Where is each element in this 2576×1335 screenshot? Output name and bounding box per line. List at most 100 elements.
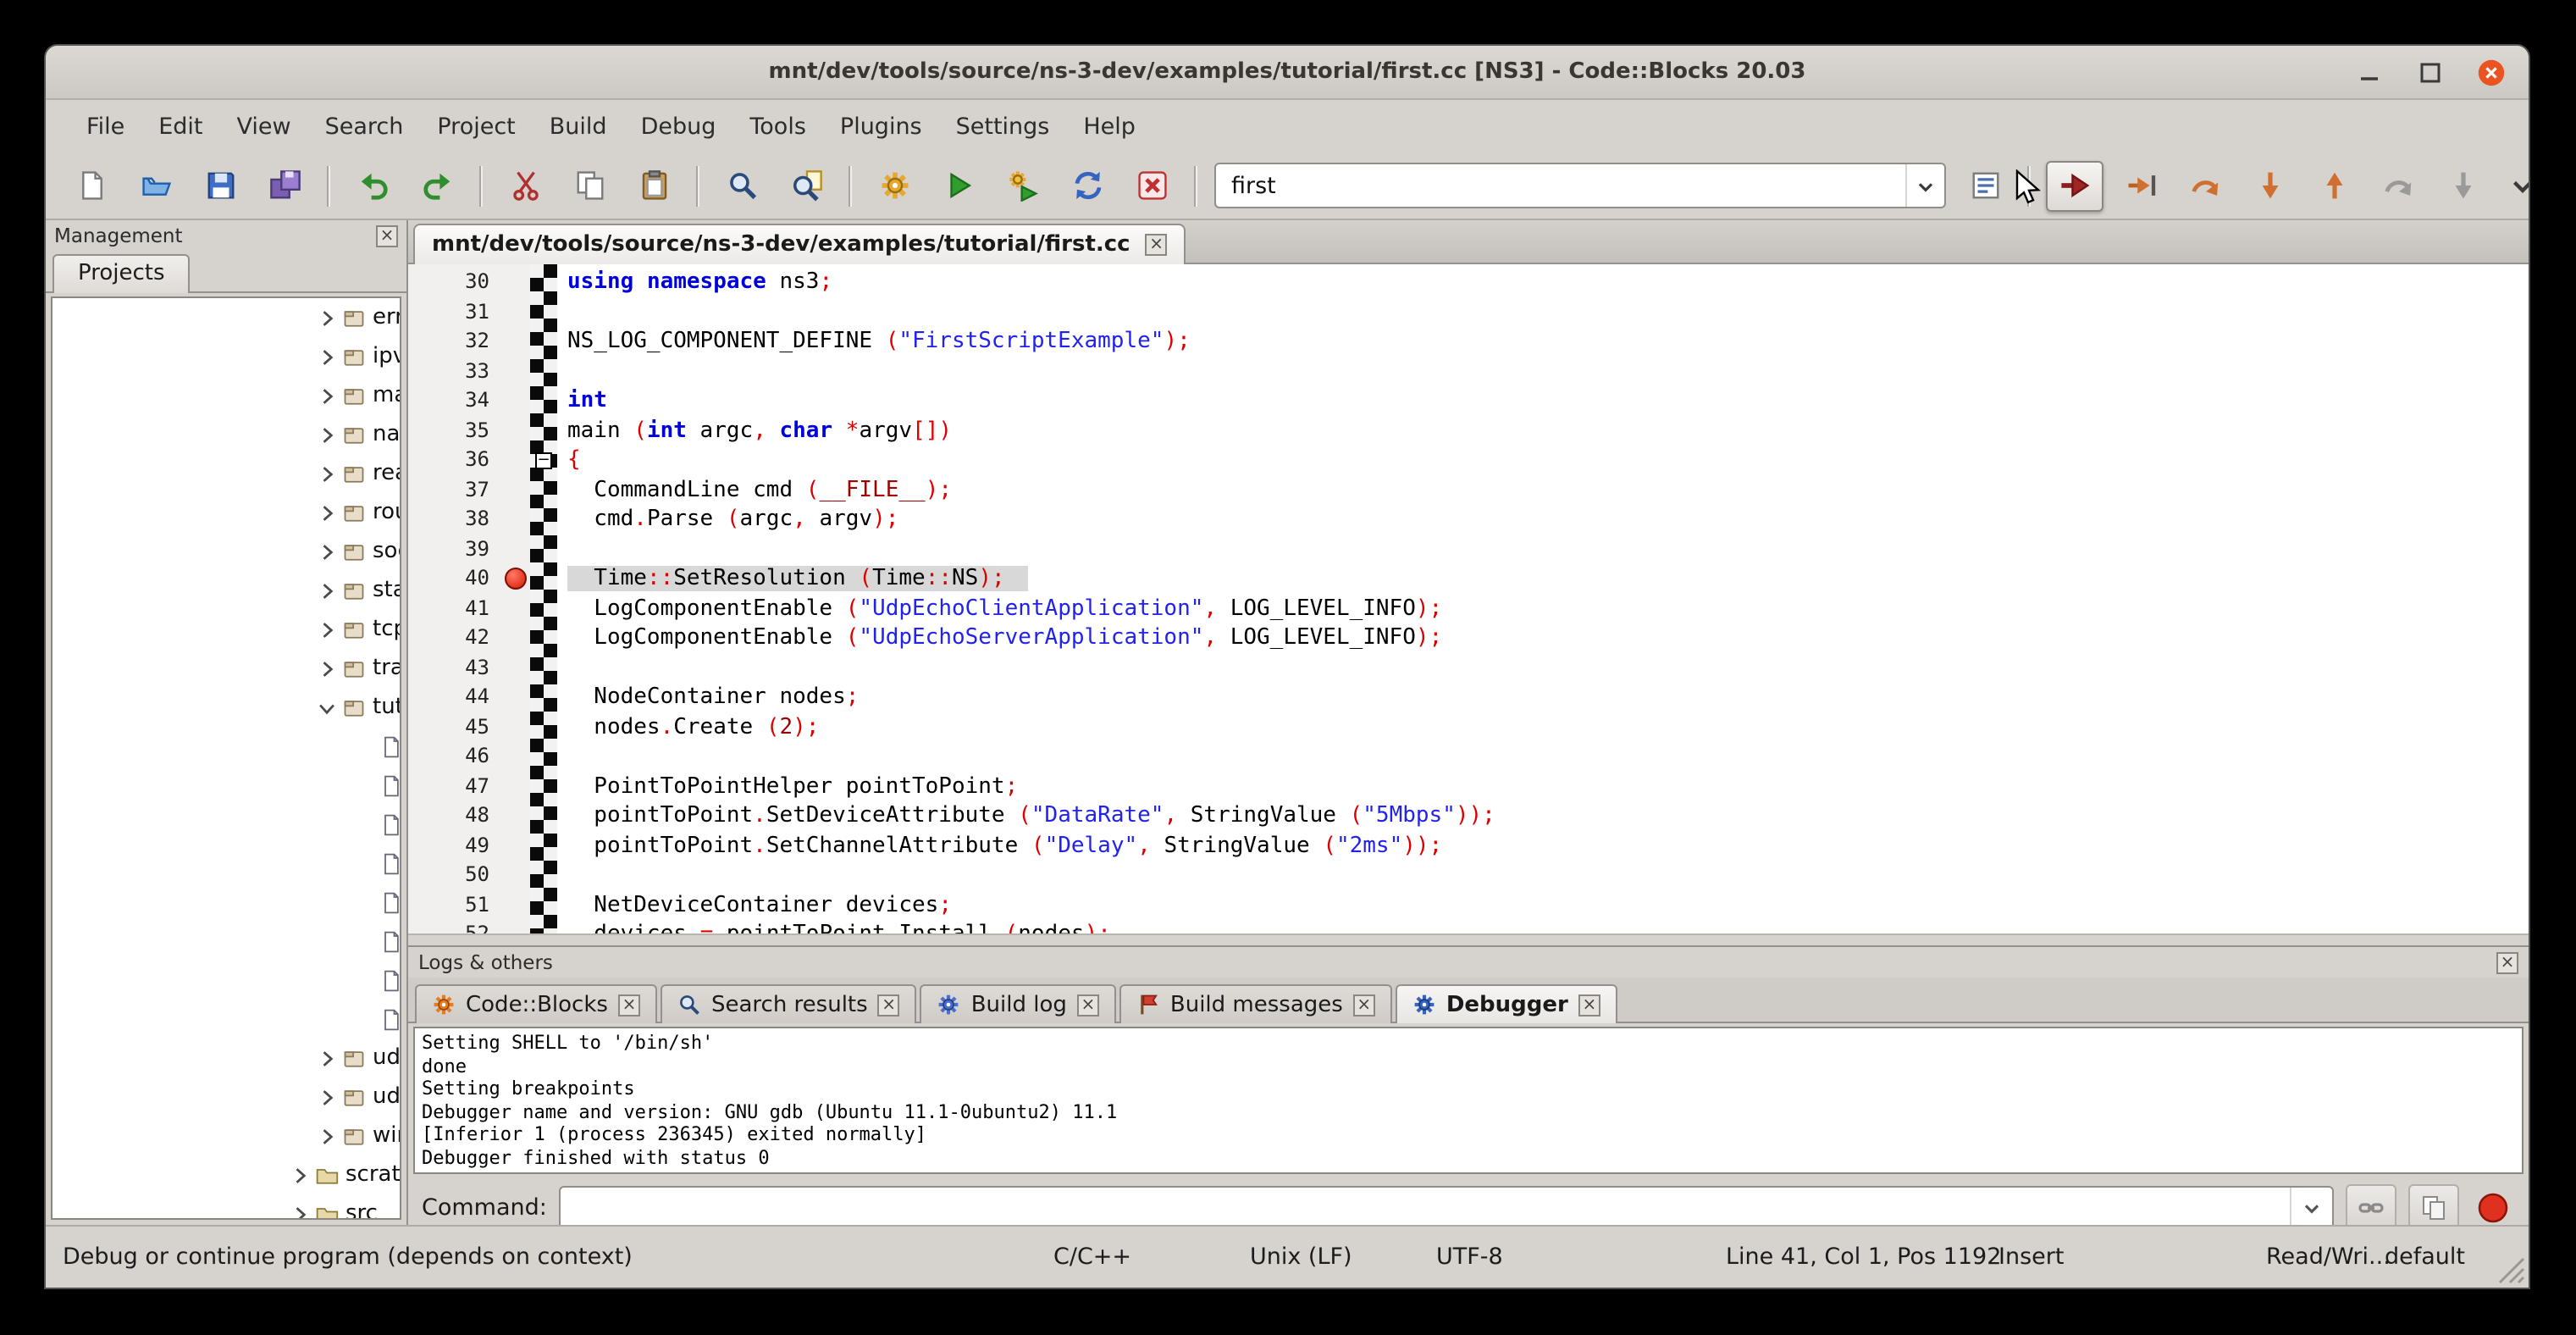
title-bar[interactable]: mnt/dev/tools/source/ns-3-dev/examples/t… bbox=[46, 46, 2529, 100]
logs-close-icon[interactable]: × bbox=[2496, 951, 2518, 973]
log-tab-debugger[interactable]: Debugger× bbox=[1396, 984, 1617, 1023]
menu-plugins[interactable]: Plugins bbox=[823, 106, 939, 147]
step-into-instruction-button[interactable] bbox=[2435, 162, 2490, 209]
log-tab-build-log[interactable]: Build log× bbox=[920, 984, 1116, 1023]
breakpoint-margin[interactable] bbox=[503, 505, 530, 535]
breakpoint-margin[interactable] bbox=[503, 475, 530, 505]
tree-item-tuto[interactable]: tuto bbox=[53, 688, 400, 727]
tree-item-nam[interactable]: nam bbox=[53, 415, 400, 454]
maximize-button[interactable] bbox=[2413, 55, 2447, 89]
tree-item-fo[interactable]: fo bbox=[53, 805, 400, 844]
log-tab-close-icon[interactable]: × bbox=[878, 994, 900, 1016]
breakpoint-margin[interactable] bbox=[503, 712, 530, 742]
step-out-button[interactable] bbox=[2307, 162, 2361, 209]
tree-item-trafl[interactable]: trafl bbox=[53, 649, 400, 688]
code-line-36[interactable]: 36−{ bbox=[408, 446, 2529, 475]
incremental-search-combo[interactable]: first bbox=[1214, 163, 1946, 208]
find-button[interactable] bbox=[715, 162, 769, 209]
menu-help[interactable]: Help bbox=[1066, 106, 1153, 147]
breakpoint-margin[interactable] bbox=[503, 357, 530, 386]
code-line-32[interactable]: 32NS_LOG_COMPONENT_DEFINE ("FirstScriptE… bbox=[408, 327, 2529, 357]
code-line-52[interactable]: 52 devices = pointToPoint.Install (nodes… bbox=[408, 920, 2529, 933]
new-file-button[interactable] bbox=[64, 162, 119, 209]
tree-item-reall[interactable]: reall bbox=[53, 454, 400, 493]
menu-tools[interactable]: Tools bbox=[732, 106, 823, 147]
code-line-33[interactable]: 33 bbox=[408, 357, 2529, 386]
code-line-40[interactable]: 40 Time::SetResolution (Time::NS); bbox=[408, 564, 2529, 594]
find-in-files-button[interactable] bbox=[779, 162, 833, 209]
code-line-35[interactable]: 35main (int argc, char *argv[]) bbox=[408, 416, 2529, 446]
log-tab-close-icon[interactable]: × bbox=[1353, 994, 1375, 1016]
code-line-45[interactable]: 45 nodes.Create (2); bbox=[408, 712, 2529, 742]
save-all-button[interactable] bbox=[257, 162, 312, 209]
incremental-search-options-button[interactable] bbox=[1958, 162, 2012, 209]
breakpoint-margin[interactable] bbox=[503, 446, 530, 475]
tree-item-th[interactable]: th bbox=[53, 1000, 400, 1039]
breakpoint-margin[interactable] bbox=[503, 535, 530, 564]
tree-item-ipv6[interactable]: ipv6 bbox=[53, 337, 400, 376]
menu-view[interactable]: View bbox=[220, 106, 308, 147]
code-editor[interactable]: 30using namespace ns3;3132NS_LOG_COMPONE… bbox=[408, 264, 2529, 933]
management-close-icon[interactable]: × bbox=[376, 224, 398, 247]
tree-item-he[interactable]: he bbox=[53, 844, 400, 883]
tree-item-udp-[interactable]: udp- bbox=[53, 1077, 400, 1116]
breakpoint-margin[interactable] bbox=[503, 831, 530, 861]
debug-continue-button[interactable] bbox=[2046, 160, 2103, 211]
tree-item-sock[interactable]: sock bbox=[53, 532, 400, 571]
tree-item-stat[interactable]: stat bbox=[53, 571, 400, 610]
rebuild-button[interactable] bbox=[1060, 162, 1114, 209]
tree-item-mat[interactable]: mat bbox=[53, 376, 400, 415]
stop-debugger-button[interactable] bbox=[2471, 1186, 2515, 1230]
code-line-51[interactable]: 51 NetDeviceContainer devices; bbox=[408, 890, 2529, 920]
menu-file[interactable]: File bbox=[69, 106, 141, 147]
tab-projects[interactable]: Projects bbox=[53, 254, 191, 293]
code-line-34[interactable]: 34int bbox=[408, 386, 2529, 416]
editor-tab-close-icon[interactable]: × bbox=[1146, 234, 1168, 256]
tree-item-fif[interactable]: fif bbox=[53, 727, 400, 766]
open-file-button[interactable] bbox=[129, 162, 183, 209]
build-button[interactable] bbox=[867, 162, 921, 209]
save-file-button[interactable] bbox=[193, 162, 247, 209]
code-line-48[interactable]: 48 pointToPoint.SetDeviceAttribute ("Dat… bbox=[408, 801, 2529, 831]
close-button[interactable] bbox=[2474, 55, 2508, 89]
breakpoint-margin[interactable] bbox=[503, 920, 530, 933]
toolbar-overflow-chevron-button[interactable] bbox=[2495, 162, 2530, 209]
code-line-46[interactable]: 46 bbox=[408, 742, 2529, 772]
editor-tab-first-cc[interactable]: mnt/dev/tools/source/ns-3-dev/examples/t… bbox=[413, 224, 1186, 264]
menu-search[interactable]: Search bbox=[308, 106, 421, 147]
log-tab-build-messages[interactable]: Build messages× bbox=[1119, 984, 1392, 1023]
tree-item-fir[interactable]: fir bbox=[53, 766, 400, 805]
breakpoint-margin[interactable] bbox=[503, 683, 530, 712]
menu-settings[interactable]: Settings bbox=[939, 106, 1067, 147]
breakpoint-margin[interactable] bbox=[503, 297, 530, 327]
tree-item-si[interactable]: si bbox=[53, 961, 400, 1000]
resize-grip[interactable] bbox=[2491, 1250, 2525, 1284]
copy-button[interactable] bbox=[562, 162, 616, 209]
next-line-button[interactable] bbox=[2178, 162, 2232, 209]
code-line-38[interactable]: 38 cmd.Parse (argc, argv); bbox=[408, 505, 2529, 535]
log-tab-close-icon[interactable]: × bbox=[618, 994, 640, 1016]
search-combo-chevron-down-icon[interactable] bbox=[1905, 164, 1944, 207]
log-tab-close-icon[interactable]: × bbox=[1077, 994, 1099, 1016]
step-into-button[interactable] bbox=[2242, 162, 2297, 209]
breakpoint-margin[interactable] bbox=[503, 801, 530, 831]
breakpoint-margin[interactable] bbox=[503, 564, 530, 594]
code-line-49[interactable]: 49 pointToPoint.SetChannelAttribute ("De… bbox=[408, 831, 2529, 861]
minimize-button[interactable] bbox=[2352, 55, 2386, 89]
breakpoint-margin[interactable] bbox=[503, 742, 530, 772]
tree-item-rout[interactable]: rout bbox=[53, 493, 400, 532]
paste-button[interactable] bbox=[627, 162, 681, 209]
run-button[interactable] bbox=[931, 162, 986, 209]
command-input[interactable] bbox=[559, 1186, 2334, 1230]
breakpoint-margin[interactable] bbox=[503, 386, 530, 416]
breakpoint-margin[interactable] bbox=[503, 861, 530, 890]
menu-edit[interactable]: Edit bbox=[141, 106, 219, 147]
breakpoint-margin[interactable] bbox=[503, 653, 530, 683]
breakpoint-margin[interactable] bbox=[503, 890, 530, 920]
redo-button[interactable] bbox=[410, 162, 464, 209]
log-tab-code-blocks[interactable]: Code::Blocks× bbox=[415, 984, 657, 1023]
run-to-cursor-button[interactable] bbox=[2114, 162, 2168, 209]
breakpoint-margin[interactable] bbox=[503, 623, 530, 653]
breakpoint-margin[interactable] bbox=[503, 594, 530, 623]
tree-item-se[interactable]: se bbox=[53, 922, 400, 961]
